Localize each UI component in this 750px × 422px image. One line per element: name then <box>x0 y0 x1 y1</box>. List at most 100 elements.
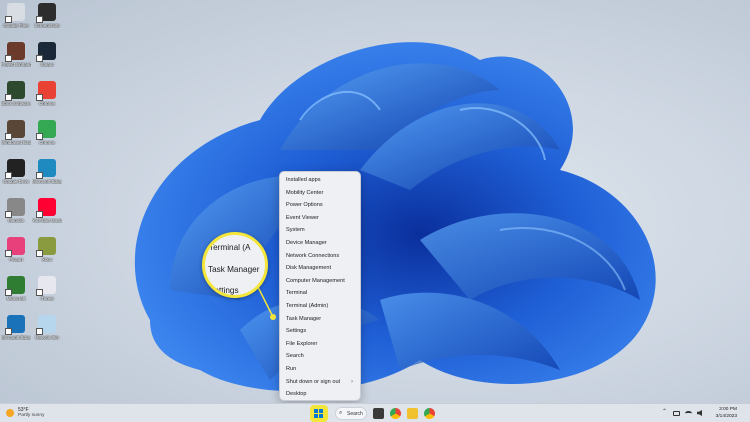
shortcut-arrow-icon <box>36 289 43 296</box>
desktop-icon[interactable]: Mumble <box>1 198 31 236</box>
menu-item[interactable]: Network Connections <box>280 250 360 263</box>
menu-item[interactable]: Desktop <box>280 388 360 401</box>
taskbar-clock[interactable]: 3:00 PM 3/14/2023 <box>711 406 737 420</box>
windows-logo-icon <box>314 408 318 413</box>
sun-icon <box>6 409 14 417</box>
desktop-icon[interactable]: Chrome <box>32 81 62 119</box>
menu-item-label: System <box>286 227 305 234</box>
app-icon <box>36 276 56 296</box>
desktop-icon-label: Minecraft <box>6 296 26 301</box>
desktop-icon-label: Project Enhancer <box>1 62 31 67</box>
shortcut-arrow-icon <box>5 328 12 335</box>
desktop-icon-label: Screenshots <box>34 23 60 28</box>
desktop-icon[interactable]: Google Drive <box>1 159 31 197</box>
desktop-icon[interactable]: Picsart <box>1 237 31 275</box>
desktop: Google Files Screenshots Project Enhancer S… <box>0 0 750 403</box>
search-icon: ⌕ <box>339 410 343 416</box>
shortcut-arrow-icon <box>36 94 43 101</box>
desktop-icon[interactable]: Steam <box>32 42 62 80</box>
menu-item[interactable]: Computer Management <box>280 275 360 288</box>
menu-item-label: Terminal (Admin) <box>286 302 329 309</box>
wallpaper-bloom <box>134 42 656 392</box>
desktop-icon-label: Google Files <box>3 23 29 28</box>
menu-item[interactable]: Terminal <box>280 287 360 300</box>
menu-item[interactable]: Search <box>280 350 360 363</box>
tray-chevron-icon[interactable]: ⌃ <box>662 408 667 415</box>
menu-item[interactable]: Run <box>280 363 360 376</box>
menu-item[interactable]: Shut down or sign out › <box>280 376 360 389</box>
desktop-icon[interactable]: Chrome <box>32 120 62 158</box>
desktop-icon-label: Windowed Explorer <box>1 140 31 145</box>
shortcut-arrow-icon <box>5 211 12 218</box>
shortcut-arrow-icon <box>5 94 12 101</box>
menu-item-label: Power Options <box>286 202 323 209</box>
app-icon <box>5 276 25 296</box>
app-icon <box>5 3 25 23</box>
menu-item[interactable]: Mobility Center <box>280 187 360 200</box>
app-icon <box>5 237 25 257</box>
desktop-icon-label: Picsart <box>9 257 23 262</box>
menu-item[interactable]: Device Manager <box>280 237 360 250</box>
menu-item-label: Installed apps <box>286 177 321 183</box>
menu-item[interactable]: Installed apps <box>280 174 360 187</box>
desktop-icon[interactable]: Recycle Bin <box>32 315 62 353</box>
menu-item[interactable]: Terminal (Admin) <box>280 300 360 313</box>
desktop-icon[interactable]: Bbox Software <box>1 81 31 119</box>
menu-item-label: Desktop <box>286 391 307 398</box>
shortcut-arrow-icon <box>5 250 12 257</box>
callout-task-manager: Task Manager <box>208 265 260 274</box>
app-icon <box>5 315 25 335</box>
app-icon <box>5 120 25 140</box>
app-icon <box>36 42 56 62</box>
desktop-icon[interactable]: Windowed Explorer <box>1 120 31 158</box>
menu-item[interactable]: Disk Management <box>280 262 360 275</box>
menu-item-label: Device Manager <box>286 239 327 246</box>
desktop-icon[interactable]: YouTube Music <box>32 198 62 236</box>
menu-item-label: Shut down or sign out <box>286 378 341 385</box>
shortcut-arrow-icon <box>36 211 43 218</box>
desktop-icon[interactable]: Project Enhancer <box>1 42 31 80</box>
file-explorer-taskbar-icon[interactable] <box>407 408 418 419</box>
submenu-chevron-icon: › <box>351 378 353 385</box>
desktop-icon-label: Steam <box>40 62 54 67</box>
menu-item[interactable]: Settings <box>280 325 360 338</box>
shortcut-arrow-icon <box>5 289 12 296</box>
taskbar-search[interactable]: ⌕ Search <box>335 407 367 420</box>
menu-item[interactable]: Power Options <box>280 199 360 212</box>
desktop-icon-label: Xbox <box>41 257 53 262</box>
desktop-icon-label: Microsoft Edge <box>32 179 62 184</box>
menu-item-label: Disk Management <box>286 265 332 272</box>
desktop-icon[interactable]: Microsoft Edge <box>32 159 62 197</box>
desktop-icon-label: Microsoft Edge <box>1 335 31 340</box>
menu-item[interactable]: System <box>280 224 360 237</box>
menu-item[interactable]: Event Viewer <box>280 212 360 225</box>
taskbar: 53°F Partly sunny ⌕ Search ⌃ 3:00 PM 3/1… <box>0 403 750 422</box>
shortcut-arrow-icon <box>5 172 12 179</box>
chrome-taskbar-icon[interactable] <box>390 408 401 419</box>
desktop-icon[interactable]: Minecraft <box>1 276 31 314</box>
callout-line1: Terminal (A <box>209 243 251 252</box>
task-view-icon[interactable] <box>373 408 384 419</box>
desktop-icon-label: Google Drive <box>2 179 30 184</box>
shortcut-arrow-icon <box>5 16 12 23</box>
app-icon <box>36 159 56 179</box>
shortcut-arrow-icon <box>36 55 43 62</box>
desktop-icon[interactable]: iTunes <box>32 276 62 314</box>
desktop-icon[interactable]: Xbox <box>32 237 62 275</box>
menu-item[interactable]: Task Manager <box>280 313 360 326</box>
menu-item[interactable]: File Explorer <box>280 338 360 351</box>
shortcut-arrow-icon <box>36 172 43 179</box>
menu-item-label: Event Viewer <box>286 214 319 221</box>
battery-icon[interactable] <box>673 411 680 416</box>
desktop-icon[interactable]: Screenshots <box>32 3 62 41</box>
desktop-icon[interactable]: Microsoft Edge <box>1 315 31 353</box>
desktop-icon[interactable]: Google Files <box>1 3 31 41</box>
start-button[interactable] <box>310 405 328 422</box>
chrome-profile-taskbar-icon[interactable] <box>424 408 435 419</box>
wifi-icon[interactable] <box>685 411 692 416</box>
menu-item-label: Run <box>286 365 297 372</box>
volume-icon[interactable] <box>697 410 702 416</box>
shortcut-arrow-icon <box>36 250 43 257</box>
clock-date: 3/14/2023 <box>715 414 737 419</box>
shortcut-arrow-icon <box>5 55 12 62</box>
